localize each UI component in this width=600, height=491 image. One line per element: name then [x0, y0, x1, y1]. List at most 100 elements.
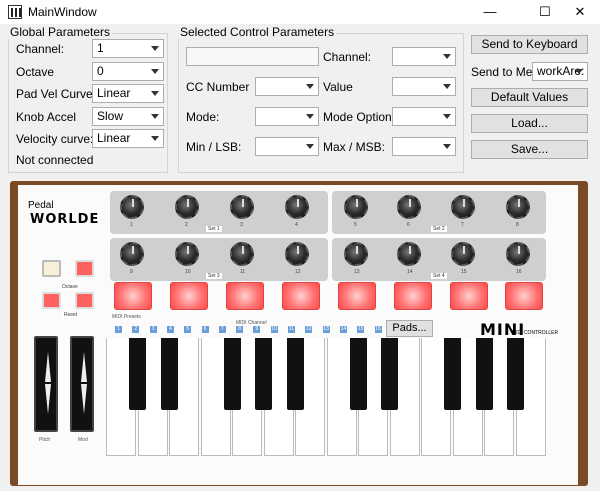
octave-select[interactable]: 0 [92, 62, 164, 81]
knob-15[interactable] [451, 242, 475, 266]
send-to-keyboard-button[interactable]: Send to Keyboard [471, 35, 588, 54]
selected-control-title: Selected Control Parameters [178, 25, 337, 39]
set-label: Set 2 [431, 226, 447, 232]
close-button[interactable]: ✕ [558, 0, 600, 24]
chevron-down-icon [443, 84, 451, 89]
mod-wheel[interactable] [70, 336, 94, 432]
channel-indicator[interactable]: 8 [236, 326, 244, 333]
control-channel-select[interactable] [392, 47, 456, 66]
channel-indicator[interactable]: 3 [149, 326, 157, 333]
mode-select[interactable] [255, 107, 319, 126]
knob-7[interactable] [451, 195, 475, 219]
value-select[interactable] [392, 77, 456, 96]
reset-right-button[interactable] [75, 292, 94, 309]
channel-indicator[interactable]: 12 [305, 326, 313, 333]
knob-6[interactable] [397, 195, 421, 219]
channel-indicator[interactable]: 13 [322, 326, 330, 333]
pad-7[interactable] [450, 282, 488, 310]
channel-indicator[interactable]: 10 [270, 326, 278, 333]
channel-indicator[interactable]: 6 [201, 326, 209, 333]
velocity-curve-select[interactable]: Linear [92, 129, 164, 148]
knob-number: 6 [407, 222, 410, 228]
black-key[interactable] [160, 338, 178, 410]
black-key[interactable] [349, 338, 367, 410]
minimize-button[interactable]: — [468, 0, 512, 24]
knob-5[interactable] [344, 195, 368, 219]
black-key[interactable] [286, 338, 304, 410]
knob-number: 1 [130, 222, 133, 228]
knob-number: 10 [185, 269, 191, 275]
channel-indicator[interactable]: 7 [218, 326, 226, 333]
pad-4[interactable] [282, 282, 320, 310]
knob-3[interactable] [230, 195, 254, 219]
knob-4[interactable] [285, 195, 309, 219]
channel-indicator[interactable]: 4 [166, 326, 174, 333]
knob-16[interactable] [506, 242, 530, 266]
control-channel-label: Channel: [323, 50, 372, 64]
max-msb-select[interactable] [392, 137, 456, 156]
cc-number-select[interactable] [255, 77, 319, 96]
channel-indicator[interactable]: 5 [184, 326, 192, 333]
default-values-button[interactable]: Default Values [471, 88, 588, 107]
black-key[interactable] [255, 338, 272, 410]
knob-10[interactable] [175, 242, 199, 266]
pad-vel-curve-label: Pad Vel Curve: [16, 87, 97, 101]
chevron-down-icon [306, 144, 314, 149]
chevron-down-icon [443, 144, 451, 149]
octave-up-button[interactable] [75, 260, 94, 277]
mode-option-select[interactable] [392, 107, 456, 126]
black-key[interactable] [381, 338, 398, 410]
pad-3[interactable] [226, 282, 264, 310]
knob-11[interactable] [230, 242, 254, 266]
min-lsb-select[interactable] [255, 137, 319, 156]
knob-2[interactable] [175, 195, 199, 219]
channel-select[interactable]: 1 [92, 39, 164, 58]
channel-indicator[interactable]: 2 [132, 326, 140, 333]
channel-indicator[interactable]: 14 [339, 326, 347, 333]
velocity-curve-label: Velocity curve: [16, 132, 94, 146]
channel-indicator[interactable]: 9 [253, 326, 261, 333]
black-key[interactable] [444, 338, 461, 410]
knob-number: 7 [461, 222, 464, 228]
load-button[interactable]: Load... [471, 114, 588, 133]
reset-left-button[interactable] [42, 292, 61, 309]
channel-indicator[interactable]: 11 [288, 326, 295, 333]
black-key[interactable] [475, 338, 493, 410]
knob-number: 2 [185, 222, 188, 228]
knob-number: 14 [407, 269, 413, 275]
brand-logo: WORLDE [30, 212, 100, 227]
octave-down-button[interactable] [42, 260, 61, 277]
knob-9[interactable] [120, 242, 144, 266]
max-msb-label: Max / MSB: [323, 140, 386, 154]
chevron-down-icon [151, 91, 159, 96]
pad-2[interactable] [170, 282, 208, 310]
black-key[interactable] [223, 338, 241, 410]
pad-8[interactable] [505, 282, 543, 310]
knob-1[interactable] [120, 195, 144, 219]
channel-indicator[interactable]: 15 [357, 326, 365, 333]
channel-indicator[interactable]: 1 [115, 326, 122, 333]
save-button[interactable]: Save... [471, 140, 588, 159]
pad-1[interactable] [114, 282, 152, 310]
global-parameters-title: Global Parameters [8, 25, 113, 39]
pitch-wheel[interactable] [34, 336, 58, 432]
knob-8[interactable] [506, 195, 530, 219]
knob-14[interactable] [397, 242, 421, 266]
black-key[interactable] [507, 338, 524, 410]
pad-5[interactable] [338, 282, 376, 310]
channel-indicator[interactable]: 16 [374, 326, 382, 333]
pads-button[interactable]: Pads... [386, 320, 433, 337]
send-to-mem-select[interactable]: workAre: [532, 62, 588, 81]
pad-6[interactable] [394, 282, 432, 310]
mode-option-label: Mode Option: [323, 110, 396, 124]
knob-number: 4 [295, 222, 298, 228]
knob-12[interactable] [285, 242, 309, 266]
knob-13[interactable] [344, 242, 368, 266]
control-name-field[interactable] [186, 47, 319, 66]
knob-number: 3 [240, 222, 243, 228]
pedal-label: Pedal [28, 200, 54, 211]
chevron-down-icon [306, 84, 314, 89]
black-key[interactable] [129, 338, 146, 410]
pad-vel-curve-select[interactable]: Linear [92, 84, 164, 103]
knob-accel-select[interactable]: Slow [92, 107, 164, 126]
